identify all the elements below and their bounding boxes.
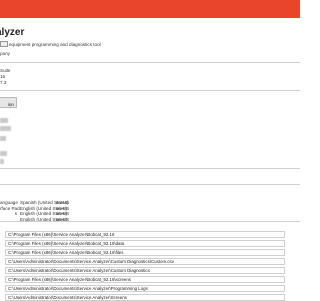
info-line-build: 7.3 bbox=[0, 80, 7, 85]
path-field[interactable]: C:\Users\Administrator\Documents\Service… bbox=[5, 267, 285, 274]
path-field[interactable]: C:\Program Files (x86)\Service Analyzer\… bbox=[5, 249, 285, 256]
path-field[interactable]: C:\Users\Administrator\Documents\Service… bbox=[5, 285, 285, 292]
redacted-text bbox=[0, 126, 11, 131]
app-description-text: equipment programming and diagnostics to… bbox=[9, 41, 101, 47]
path-text: C:\Users\Administrator\Documents\Service… bbox=[8, 268, 150, 273]
app-title: alyzer bbox=[0, 27, 25, 38]
redacted-text bbox=[0, 159, 4, 164]
path-field[interactable]: C:\Program Files (x86)\Service Analyzer\… bbox=[5, 231, 285, 238]
path-text: C:\Program Files (x86)\Service Analyzer\… bbox=[8, 232, 115, 237]
company-name: pany bbox=[0, 51, 10, 56]
redacted-text bbox=[0, 136, 6, 141]
separator bbox=[0, 90, 300, 91]
path-text: C:\Users\Administrator\Documents\Service… bbox=[8, 295, 127, 300]
separator bbox=[0, 62, 300, 63]
app-description: equipment programming and diagnostics to… bbox=[0, 41, 101, 47]
path-text: C:\Program Files (x86)\Service Analyzer\… bbox=[8, 277, 131, 282]
separator bbox=[0, 221, 300, 222]
action-button[interactable]: ion bbox=[0, 97, 17, 108]
path-text: C:\Users\Administrator\Documents\Service… bbox=[8, 259, 174, 264]
path-field[interactable]: C:\Users\Administrator\Documents\Service… bbox=[5, 258, 285, 265]
redacted-text bbox=[0, 118, 8, 123]
separator bbox=[0, 184, 300, 185]
path-text: C:\Program Files (x86)\Service Analyzer\… bbox=[8, 250, 124, 255]
path-text: C:\Program Files (x86)\Service Analyzer\… bbox=[8, 241, 125, 246]
path-field[interactable]: C:\Program Files (x86)\Service Analyzer\… bbox=[5, 240, 285, 247]
path-field[interactable]: C:\Program Files (x86)\Service Analyzer\… bbox=[5, 276, 285, 283]
separator bbox=[0, 168, 300, 169]
redacted-text bbox=[0, 151, 7, 156]
about-window: alyzer equipment programming and diagnos… bbox=[0, 18, 300, 301]
app-icon bbox=[0, 41, 8, 47]
language-table: anguage Spanish (United States) en-US rf… bbox=[0, 200, 76, 222]
top-accent-bar bbox=[0, 0, 300, 18]
version-info: Suite 16 7.3 bbox=[0, 68, 10, 86]
path-text: C:\Users\Administrator\Documents\Service… bbox=[8, 286, 148, 291]
